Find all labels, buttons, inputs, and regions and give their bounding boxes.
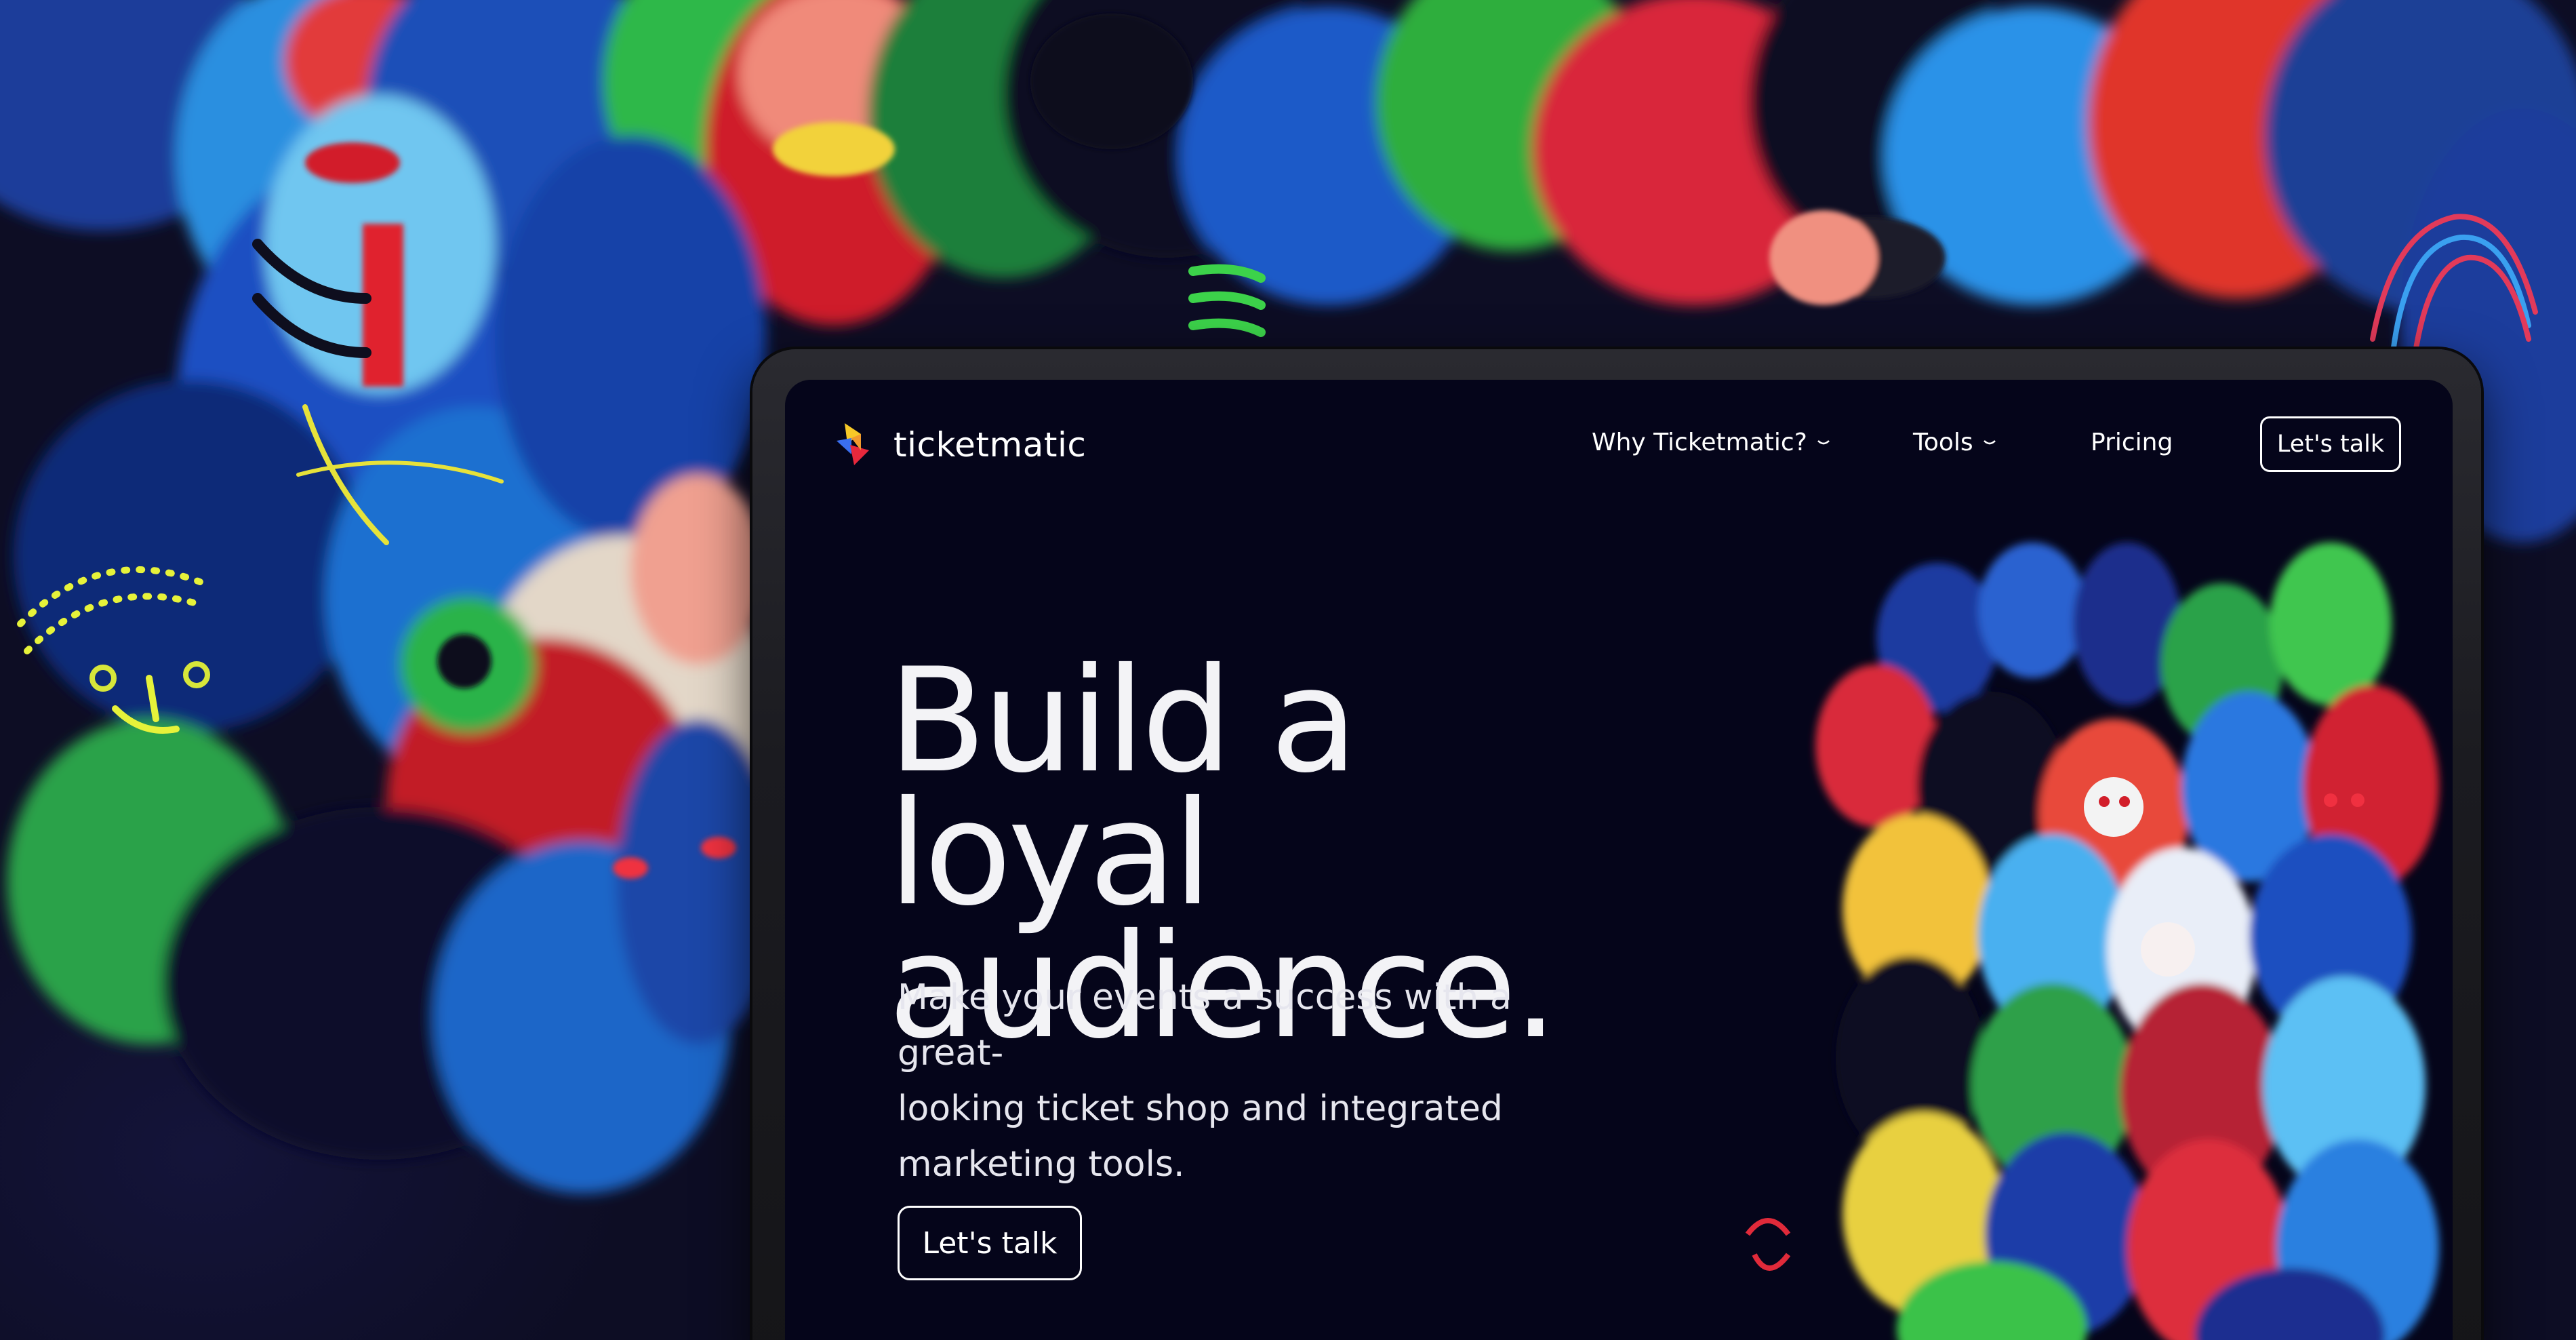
top-navigation: ticketmatic Why Ticketmatic? Tools Prici… bbox=[785, 380, 2453, 515]
nav-item-label: Tools bbox=[1913, 429, 1973, 456]
hero-subtitle-line-1: Make your events a success with a great- bbox=[898, 977, 1512, 1073]
hero-subtitle: Make your events a success with a great-… bbox=[898, 970, 1609, 1192]
chevron-down-icon bbox=[1817, 439, 1830, 444]
crowd-illustration bbox=[1745, 543, 2439, 1340]
nav-item-pricing[interactable]: Pricing bbox=[2091, 429, 2173, 456]
hero-subtitle-line-2: looking ticket shop and integrated bbox=[898, 1088, 1503, 1129]
nav-item-label: Why Ticketmatic? bbox=[1592, 429, 1807, 456]
hero-title-line-1: Build a loyal bbox=[888, 637, 1358, 937]
hero-lets-talk-button[interactable]: Let's talk bbox=[898, 1206, 1082, 1280]
nav-item-why-ticketmatic[interactable]: Why Ticketmatic? bbox=[1592, 429, 1830, 456]
page: ticketmatic Why Ticketmatic? Tools Prici… bbox=[0, 0, 2576, 1340]
brand-name: ticketmatic bbox=[893, 425, 1087, 465]
hero-subtitle-line-3: marketing tools. bbox=[898, 1144, 1185, 1185]
brand-logo[interactable]: ticketmatic bbox=[834, 420, 1086, 469]
ticketmatic-logo-icon bbox=[837, 423, 869, 465]
website-screen: ticketmatic Why Ticketmatic? Tools Prici… bbox=[785, 380, 2453, 1340]
nav-lets-talk-button[interactable]: Let's talk bbox=[2260, 416, 2401, 472]
nav-item-tools[interactable]: Tools bbox=[1913, 429, 1996, 456]
nav-item-label: Pricing bbox=[2091, 429, 2173, 456]
chevron-down-icon bbox=[1983, 439, 1996, 444]
